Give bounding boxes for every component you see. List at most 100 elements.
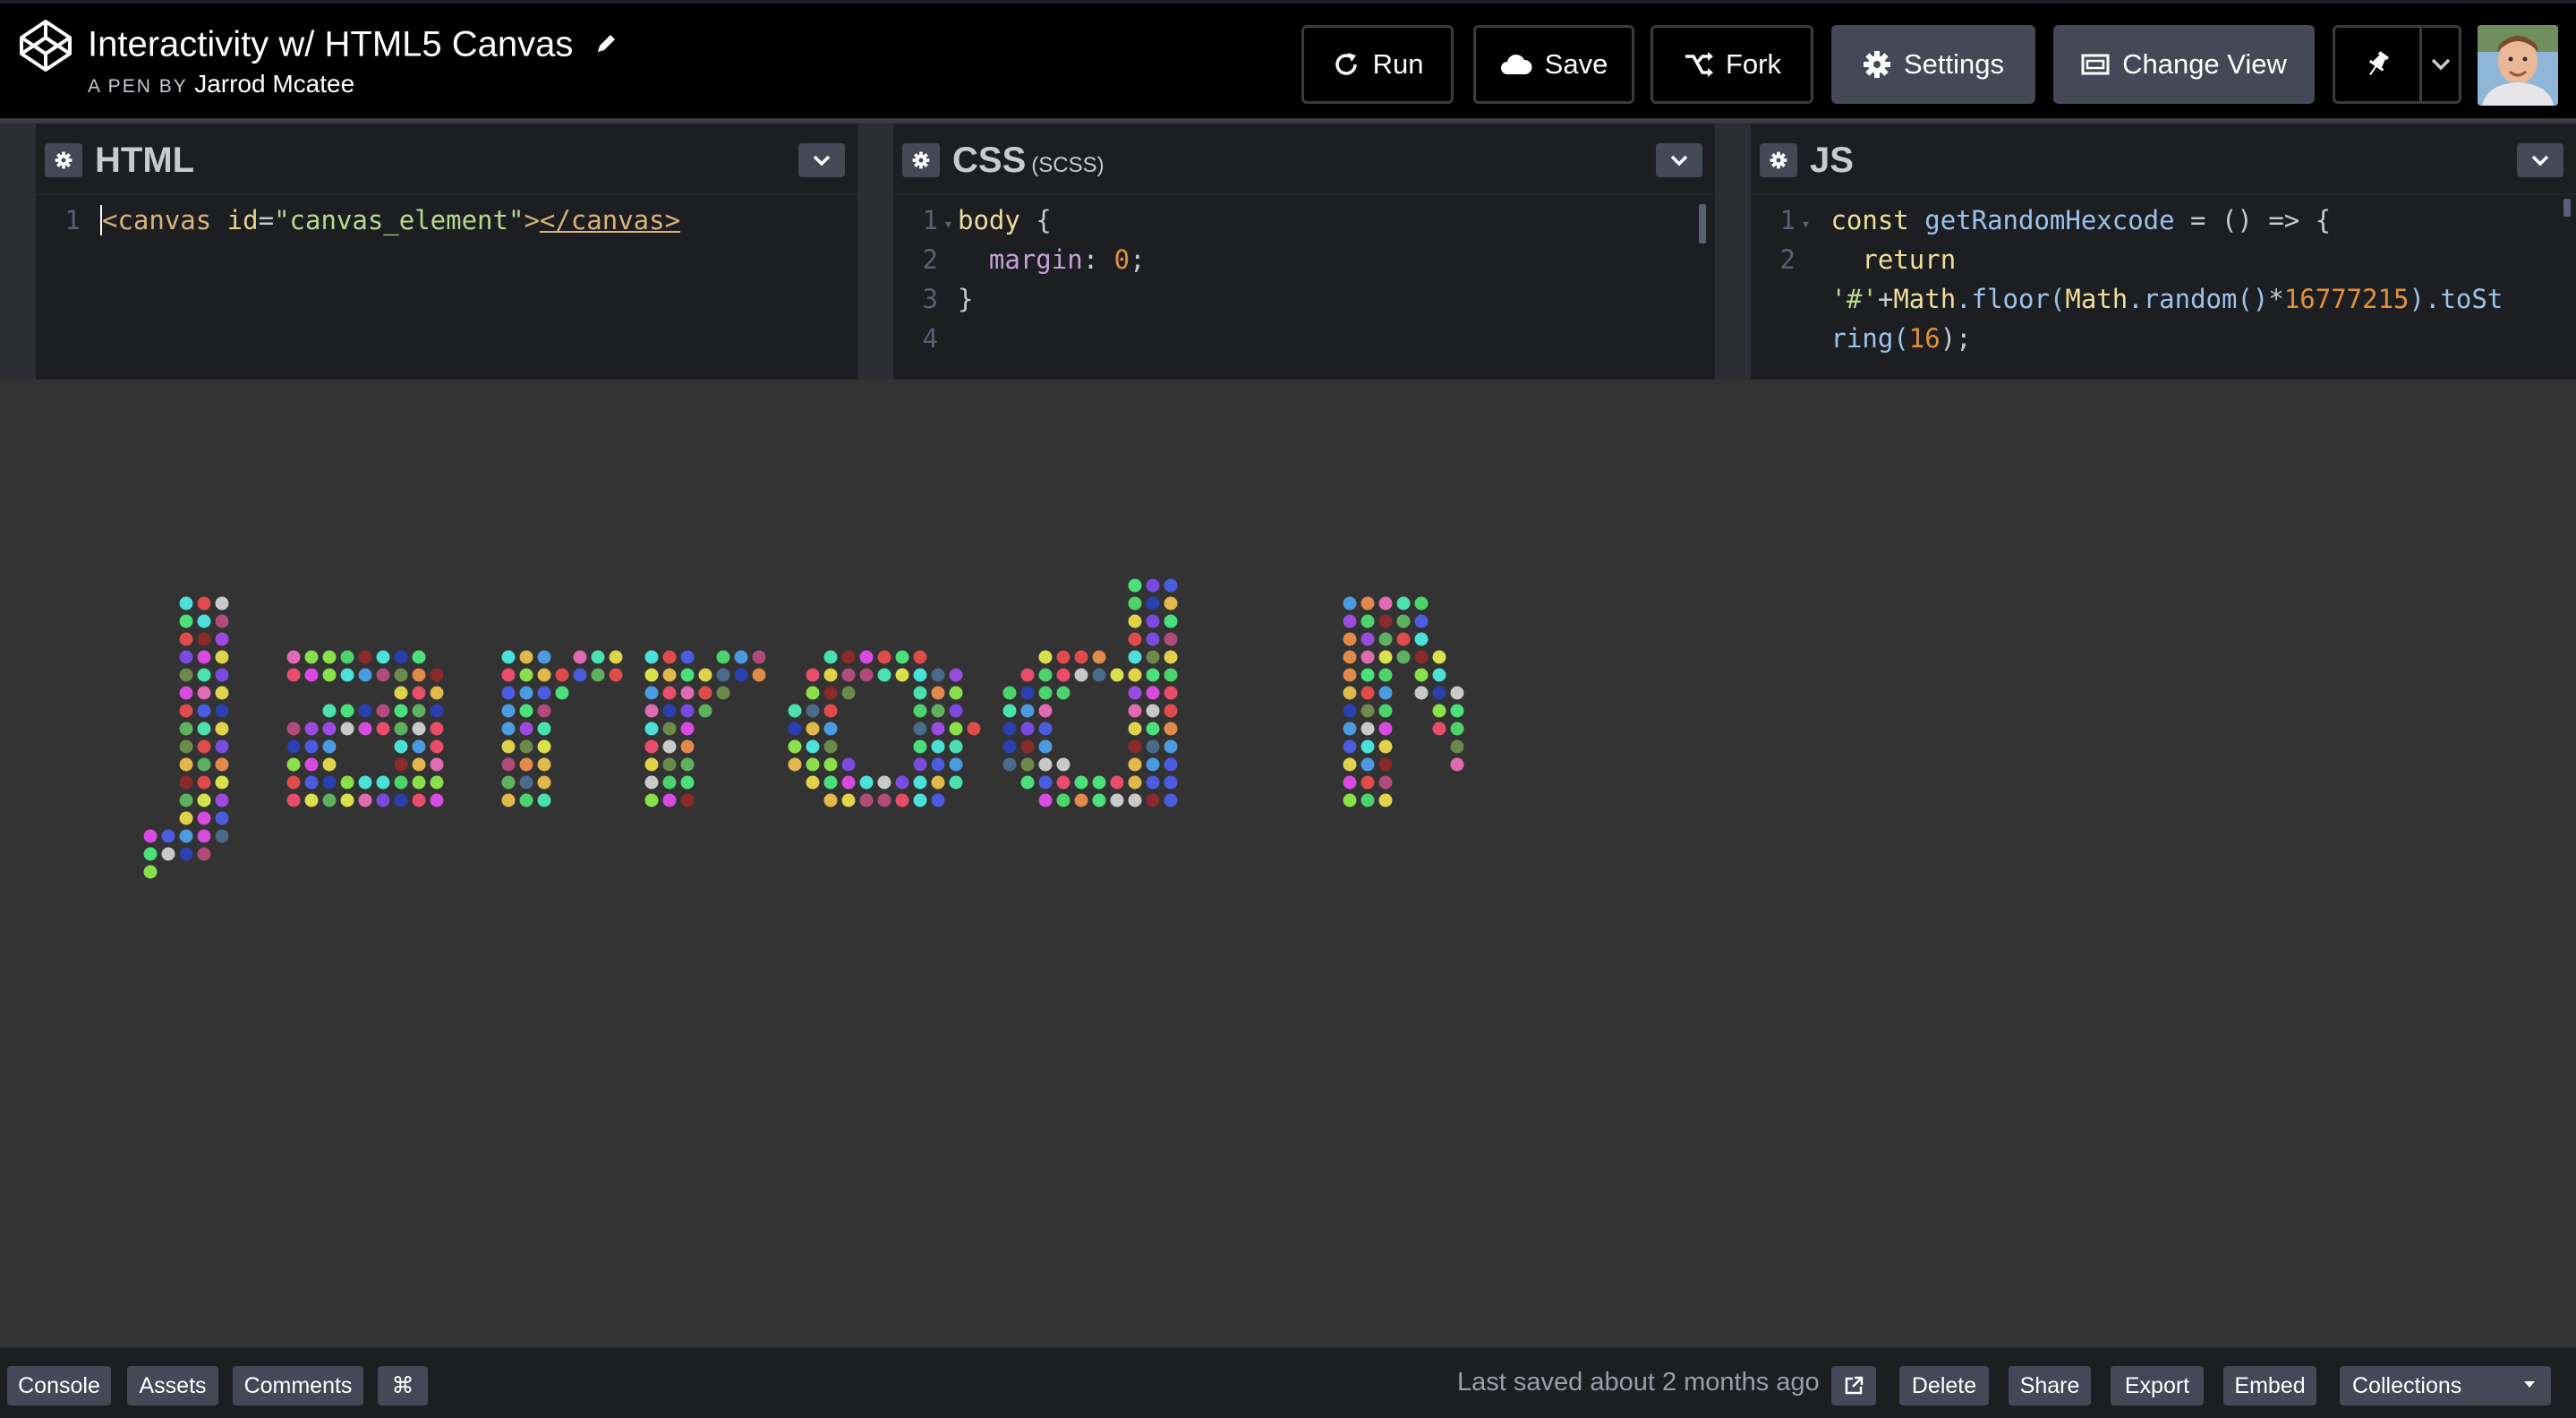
canvas-dot [1164,650,1178,664]
js-editor: JS 1 ▾ const getRandomHexcode = () => { 2… [1751,124,2576,380]
code-line: 1 <canvas id="canvas_element"></canvas> [36,201,857,240]
console-button[interactable]: Console [7,1366,111,1405]
pin-dropdown-button[interactable] [2422,25,2461,104]
canvas-dot [806,686,820,700]
code-token: ring( [1830,323,1909,354]
code-line: 1 ▾ const getRandomHexcode = () => { [1751,201,2576,240]
canvas-dot [430,793,444,807]
canvas-dot [179,614,193,628]
canvas-dot [179,596,193,611]
canvas-dot [841,686,856,700]
canvas-dot [1414,668,1429,682]
settings-button[interactable]: Settings [1831,25,2035,104]
caret-down-icon [2524,1381,2535,1388]
js-code-area[interactable]: 1 ▾ const getRandomHexcode = () => { 2 re… [1751,195,2576,380]
canvas-dot [895,668,909,682]
share-button[interactable]: Share [2009,1366,2091,1405]
css-scrollbar[interactable] [1699,204,1706,243]
canvas-dot [1056,686,1070,700]
canvas-dot [430,775,444,790]
canvas-dot [823,686,838,700]
canvas-dot [680,650,695,664]
editor-resizer-left[interactable] [0,124,36,380]
canvas-dot [1020,704,1035,718]
user-avatar-image [2478,25,2558,106]
canvas-dot [644,704,659,718]
canvas-dot [358,668,372,682]
editor-resizer-css-js[interactable] [1715,124,1751,380]
canvas-dot [430,704,444,718]
code-token: "canvas_element" [274,205,525,235]
canvas-dot [823,775,838,790]
canvas-dot [304,757,319,772]
canvas-dot [859,650,874,664]
css-settings-button[interactable] [902,143,940,177]
avatar[interactable] [2478,25,2558,106]
editor-resizer-html-css[interactable] [857,124,893,380]
canvas-dot [1038,722,1053,736]
canvas-dot [1074,650,1088,664]
html-code-area[interactable]: 1 <canvas id="canvas_element"></canvas> [36,195,857,380]
canvas-dot [823,722,838,736]
export-button[interactable]: Export [2111,1366,2204,1405]
canvas-dot [519,650,533,664]
canvas-dot [1128,668,1142,682]
canvas-dot [1361,739,1375,754]
html-collapse-button[interactable] [798,143,845,177]
canvas-dot [215,775,229,790]
canvas-dot [1038,775,1053,790]
canvas-dot [340,650,354,664]
canvas-dot [1378,668,1393,682]
canvas-dot [680,775,695,790]
canvas-dot [1396,596,1411,611]
keyboard-shortcuts-button[interactable]: ⌘ [378,1366,428,1405]
canvas-dot [913,686,927,700]
js-scrollbar[interactable] [2563,199,2571,217]
fork-button[interactable]: Fork [1651,25,1813,104]
pencil-edit-icon[interactable] [594,32,618,56]
codepen-logo-icon[interactable] [18,18,73,73]
canvas-dot [877,793,891,807]
canvas-dot [1432,650,1446,664]
js-collapse-button[interactable] [2517,143,2563,177]
canvas-dot [1343,614,1357,628]
canvas-dot [215,686,229,700]
assets-button[interactable]: Assets [127,1366,218,1405]
canvas-dot [913,757,927,772]
canvas-dot [1110,668,1124,682]
canvas-dot [931,668,945,682]
html-settings-button[interactable] [45,143,82,177]
canvas-dot [1414,686,1429,700]
canvas-dot [662,668,677,682]
canvas-dot [662,704,677,718]
preview-pane[interactable] [0,380,2576,1346]
author-link[interactable]: Jarrod Mcatee [194,70,354,98]
canvas-dot [1038,668,1053,682]
js-settings-button[interactable] [1760,143,1797,177]
comments-button[interactable]: Comments [233,1366,363,1405]
run-button[interactable]: Run [1301,25,1454,104]
save-button[interactable]: Save [1473,25,1634,104]
pen-title[interactable]: Interactivity w/ HTML5 Canvas [88,20,618,66]
canvas-dot [304,775,319,790]
canvas-dot [913,668,927,682]
canvas-dot [1361,775,1375,790]
canvas-element[interactable] [0,380,2576,1346]
css-code-area[interactable]: 1 ▾ body { 2 margin: 0; 3 } 4 [893,195,1715,380]
canvas-dot [662,739,677,754]
collections-dropdown[interactable]: Collections [2340,1366,2551,1405]
open-external-button[interactable] [1831,1366,1876,1405]
canvas-dot [1361,793,1375,807]
code-line: 1 ▾ body { [893,201,1715,240]
last-saved-status: Last saved about 2 months ago [1457,1368,1820,1397]
canvas-dot [1414,596,1429,611]
pin-button[interactable] [2333,25,2422,104]
code-token: <canvas [102,205,212,235]
canvas-dot [197,757,211,772]
embed-button[interactable]: Embed [2223,1366,2316,1405]
change-view-button[interactable]: Change View [2053,25,2315,104]
code-token: : [1082,244,1114,275]
delete-button[interactable]: Delete [1899,1366,1989,1405]
canvas-dot [788,739,802,754]
css-collapse-button[interactable] [1656,143,1702,177]
